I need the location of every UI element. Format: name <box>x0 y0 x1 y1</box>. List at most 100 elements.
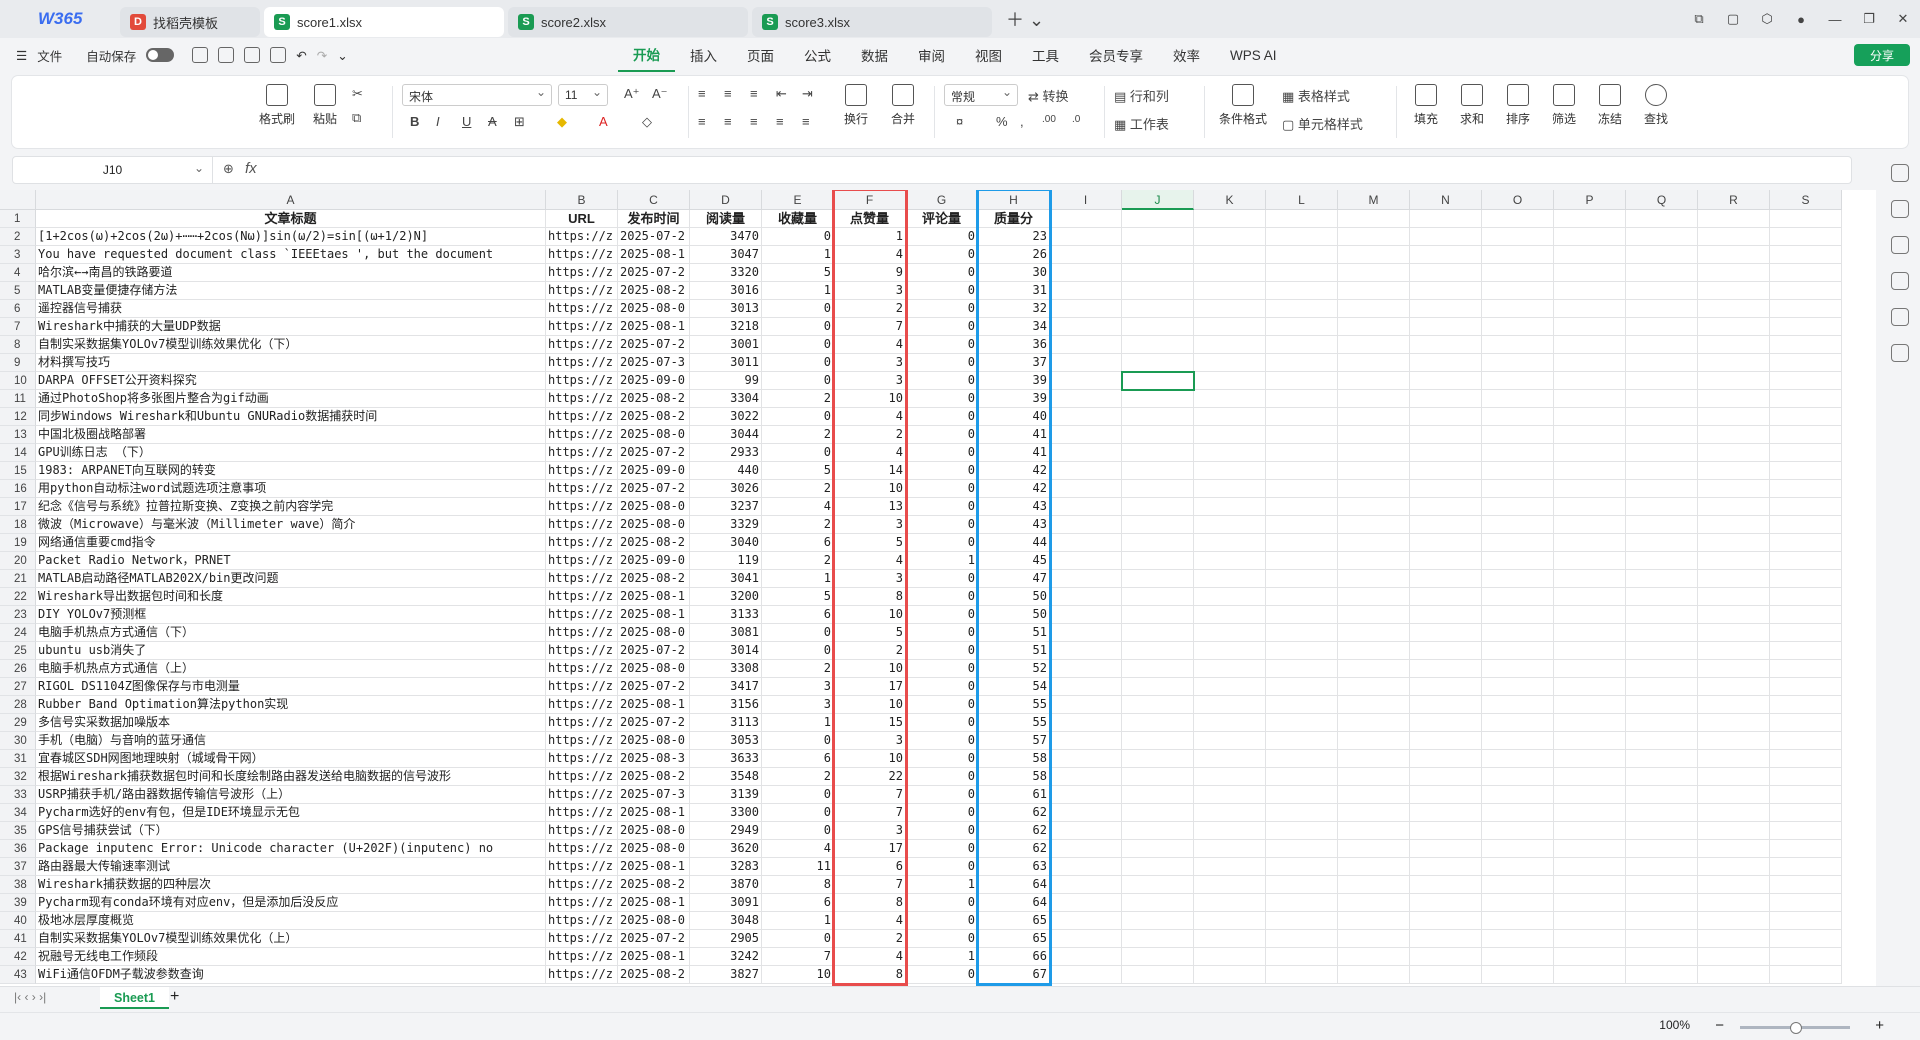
table-cell[interactable] <box>1266 228 1338 246</box>
menu-tab[interactable]: 插入 <box>675 38 732 72</box>
table-cell[interactable] <box>1554 354 1626 372</box>
table-cell[interactable] <box>1698 516 1770 534</box>
table-cell[interactable]: 2 <box>762 426 834 444</box>
table-cell[interactable]: 58 <box>978 750 1050 768</box>
table-cell[interactable]: 0 <box>906 660 978 678</box>
table-cell[interactable] <box>1554 804 1626 822</box>
table-cell[interactable]: 宜春城区SDH网图地理映射（城域骨干网） <box>36 750 546 768</box>
table-cell[interactable] <box>1050 876 1122 894</box>
table-cell[interactable]: 2025-07-2 <box>618 264 690 282</box>
table-cell[interactable] <box>1194 228 1266 246</box>
table-cell[interactable] <box>1554 732 1626 750</box>
table-cell[interactable]: 0 <box>762 732 834 750</box>
increase-decimal-icon[interactable]: .00 <box>1042 114 1056 125</box>
table-cell[interactable]: 65 <box>978 930 1050 948</box>
table-cell[interactable] <box>1698 444 1770 462</box>
table-cell[interactable]: 2025-08-1 <box>618 696 690 714</box>
table-cell[interactable] <box>1698 354 1770 372</box>
table-cell[interactable]: https://z <box>546 372 618 390</box>
table-cell[interactable] <box>1266 408 1338 426</box>
table-cell[interactable] <box>1554 336 1626 354</box>
table-cell[interactable]: 3113 <box>690 714 762 732</box>
table-cell[interactable] <box>1554 822 1626 840</box>
table-cell[interactable] <box>1770 210 1842 228</box>
table-cell[interactable] <box>1266 858 1338 876</box>
row-header[interactable]: 6 <box>0 300 36 318</box>
convert-button[interactable]: ⇄ 转换 <box>1028 86 1069 105</box>
table-cell[interactable] <box>1698 714 1770 732</box>
table-cell[interactable] <box>1554 696 1626 714</box>
table-cell[interactable]: 2 <box>762 480 834 498</box>
table-cell[interactable] <box>1338 354 1410 372</box>
table-cell[interactable] <box>1770 606 1842 624</box>
table-cell[interactable] <box>1770 660 1842 678</box>
table-cell[interactable]: https://z <box>546 462 618 480</box>
table-cell[interactable]: https://z <box>546 840 618 858</box>
table-cell[interactable] <box>1698 606 1770 624</box>
table-cell[interactable] <box>1482 300 1554 318</box>
table-cell[interactable] <box>1482 948 1554 966</box>
table-cell[interactable] <box>1122 966 1194 984</box>
table-cell[interactable] <box>1122 714 1194 732</box>
table-cell[interactable] <box>1482 462 1554 480</box>
menu-tab[interactable]: WPS AI <box>1215 38 1292 72</box>
table-cell[interactable] <box>1266 444 1338 462</box>
table-cell[interactable] <box>1626 462 1698 480</box>
clear-format-icon[interactable]: ◇ <box>642 114 652 130</box>
table-cell[interactable] <box>1050 624 1122 642</box>
table-cell[interactable] <box>1698 318 1770 336</box>
table-cell[interactable]: 材料撰写技巧 <box>36 354 546 372</box>
table-cell[interactable]: 37 <box>978 354 1050 372</box>
table-cell[interactable] <box>1554 624 1626 642</box>
table-cell[interactable] <box>1482 264 1554 282</box>
table-cell[interactable] <box>1770 408 1842 426</box>
table-cell[interactable]: https://z <box>546 282 618 300</box>
table-cell[interactable]: 3011 <box>690 354 762 372</box>
table-cell[interactable]: 63 <box>978 858 1050 876</box>
table-cell[interactable] <box>1626 372 1698 390</box>
zoom-slider[interactable] <box>1740 1022 1850 1034</box>
table-cell[interactable]: https://z <box>546 804 618 822</box>
table-cell[interactable] <box>1410 498 1482 516</box>
table-cell[interactable]: 0 <box>762 804 834 822</box>
new-tab-icon[interactable]: ＋ ⌄ <box>1006 6 1044 32</box>
table-cell[interactable] <box>1410 912 1482 930</box>
table-cell[interactable]: https://z <box>546 732 618 750</box>
table-cell[interactable] <box>1194 210 1266 228</box>
table-cell[interactable]: 0 <box>906 714 978 732</box>
table-cell[interactable]: 47 <box>978 570 1050 588</box>
screenshot-icon[interactable]: ⧉ <box>1682 11 1716 27</box>
table-cell[interactable]: 13 <box>834 498 906 516</box>
table-cell[interactable]: 祝融号无线电工作频段 <box>36 948 546 966</box>
table-cell[interactable] <box>1266 552 1338 570</box>
table-cell[interactable]: 2025-07-2 <box>618 336 690 354</box>
table-cell[interactable]: 6 <box>762 534 834 552</box>
table-cell[interactable]: 0 <box>906 426 978 444</box>
table-cell[interactable] <box>1338 480 1410 498</box>
table-cell[interactable]: 2025-09-0 <box>618 372 690 390</box>
table-cell[interactable]: 4 <box>834 948 906 966</box>
table-cell[interactable]: RIGOL DS1104Z图像保存与市电测量 <box>36 678 546 696</box>
table-cell[interactable]: 45 <box>978 552 1050 570</box>
table-cell[interactable]: 2025-09-0 <box>618 462 690 480</box>
column-header[interactable]: F <box>834 190 906 210</box>
menu-tab[interactable]: 审阅 <box>903 38 960 72</box>
table-cell[interactable] <box>1410 444 1482 462</box>
table-cell[interactable]: https://z <box>546 606 618 624</box>
table-cell[interactable]: 4 <box>834 552 906 570</box>
table-cell[interactable] <box>1122 462 1194 480</box>
row-header[interactable]: 10 <box>0 372 36 390</box>
table-cell[interactable] <box>1338 678 1410 696</box>
freeze-button[interactable]: 冻结 <box>1590 84 1630 127</box>
table-cell[interactable] <box>1266 786 1338 804</box>
table-cell[interactable]: 42 <box>978 462 1050 480</box>
table-cell[interactable]: 同步Windows Wireshark和Ubuntu GNURadio数据捕获时… <box>36 408 546 426</box>
table-cell[interactable] <box>1266 804 1338 822</box>
table-style-button[interactable]: ▦ 表格样式 <box>1282 86 1350 105</box>
sheet-tab[interactable]: Sheet1 <box>100 987 169 1009</box>
table-cell[interactable] <box>1770 804 1842 822</box>
table-cell[interactable] <box>1554 678 1626 696</box>
table-cell[interactable]: 2025-07-2 <box>618 678 690 696</box>
share-button[interactable]: 分享 <box>1854 44 1910 66</box>
align-middle-icon[interactable]: ≡ <box>724 86 732 101</box>
